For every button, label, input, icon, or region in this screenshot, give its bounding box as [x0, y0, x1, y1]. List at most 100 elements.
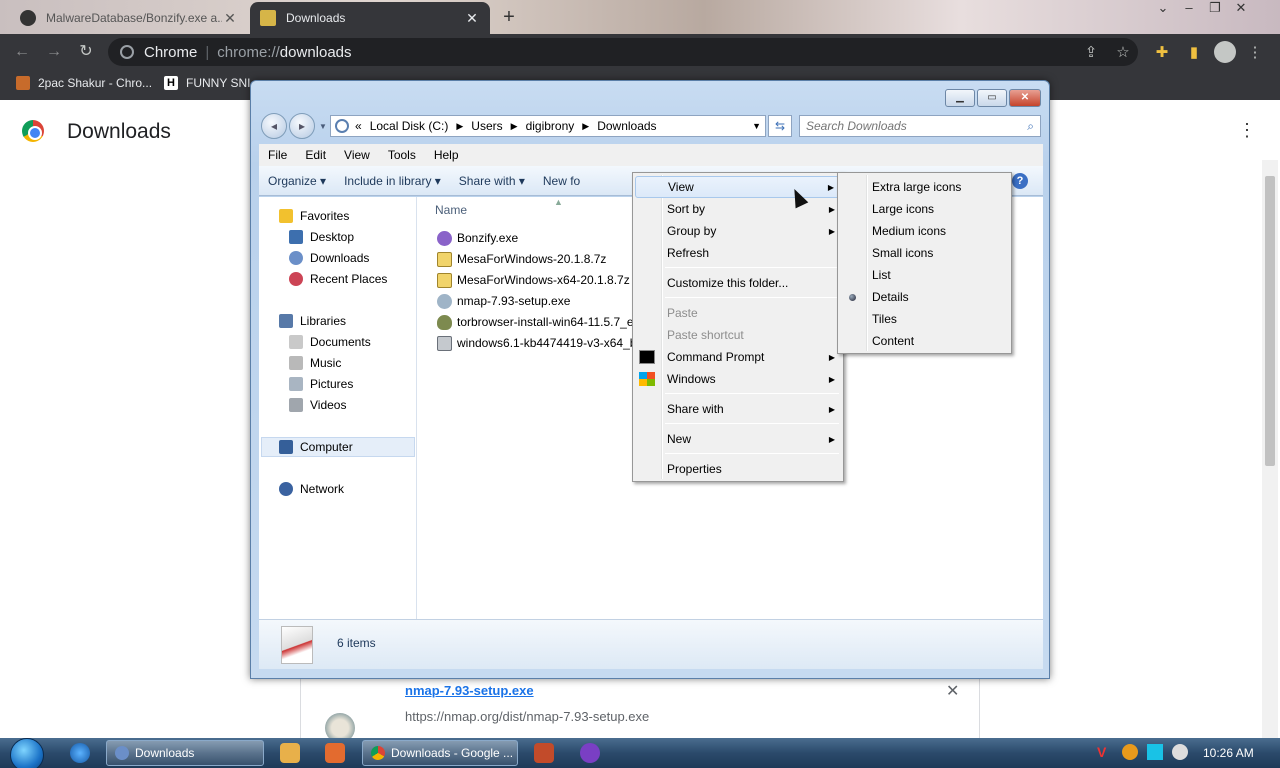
- menu-item-new[interactable]: New ▶: [635, 428, 841, 450]
- minimize-icon[interactable]: ▁: [945, 89, 975, 107]
- menu-tools[interactable]: Tools: [379, 148, 425, 162]
- nav-documents[interactable]: Documents: [289, 332, 371, 352]
- help-icon[interactable]: ?: [1012, 173, 1028, 189]
- tab-search-icon[interactable]: ⌄: [1150, 0, 1176, 20]
- scrollbar-thumb[interactable]: [1265, 176, 1275, 466]
- nav-downloads[interactable]: Downloads: [289, 248, 369, 268]
- view-list[interactable]: List: [840, 264, 1009, 286]
- view-small-icons[interactable]: Small icons: [840, 242, 1009, 264]
- refresh-icon[interactable]: ⇆: [768, 115, 792, 137]
- menu-edit[interactable]: Edit: [296, 148, 335, 162]
- extensions-icon[interactable]: ✚: [1151, 42, 1173, 64]
- nav-music[interactable]: Music: [289, 353, 341, 373]
- menu-item-refresh[interactable]: Refresh: [635, 242, 841, 264]
- downloads-more-icon[interactable]: ⋮: [1238, 120, 1256, 141]
- share-icon[interactable]: ⇪: [1080, 42, 1102, 64]
- menu-help[interactable]: Help: [425, 148, 468, 162]
- maximize-icon[interactable]: ▭: [977, 89, 1007, 107]
- menu-item-view[interactable]: View ▶: [635, 176, 841, 198]
- bookmark-2pac[interactable]: 2pac Shakur - Chro...: [16, 76, 152, 90]
- nav-desktop[interactable]: Desktop: [289, 227, 354, 247]
- nav-videos[interactable]: Videos: [289, 395, 346, 415]
- close-window-icon[interactable]: ✕: [1228, 0, 1254, 20]
- page-scrollbar[interactable]: [1262, 160, 1278, 738]
- reload-icon[interactable]: ↻: [76, 42, 96, 62]
- search-icon[interactable]: ⌕: [1027, 119, 1034, 134]
- internet-explorer-icon[interactable]: [70, 743, 90, 763]
- close-window-icon[interactable]: ✕: [1009, 89, 1041, 107]
- media-player-icon[interactable]: [280, 743, 300, 763]
- side-panel-icon[interactable]: ▮: [1183, 42, 1205, 64]
- explorer-address-bar[interactable]: « Local Disk (C:) ▶ Users ▶ digibrony ▶ …: [330, 115, 766, 137]
- taskbar-chrome-downloads[interactable]: Downloads - Google ...: [362, 740, 518, 766]
- organize-button[interactable]: Organize ▾: [259, 174, 335, 188]
- breadcrumb-arrow-icon[interactable]: ▶: [582, 121, 589, 132]
- nav-pictures[interactable]: Pictures: [289, 374, 353, 394]
- file-row[interactable]: nmap-7.93-setup.exe: [437, 291, 633, 311]
- restore-icon[interactable]: ❐: [1202, 0, 1228, 20]
- file-row[interactable]: Bonzify.exe: [437, 228, 633, 248]
- file-row[interactable]: torbrowser-install-win64-11.5.7_en-US.ex…: [437, 312, 633, 332]
- tray-v-icon[interactable]: V: [1097, 744, 1113, 760]
- forward-icon[interactable]: →: [44, 42, 64, 62]
- recent-pages-icon[interactable]: ▼: [319, 122, 327, 131]
- close-tab-icon[interactable]: ✕: [222, 10, 238, 27]
- search-input[interactable]: [800, 116, 1010, 136]
- share-with-button[interactable]: Share with ▾: [450, 174, 534, 188]
- file-row[interactable]: MesaForWindows-20.1.8.7z: [437, 249, 633, 269]
- view-extra-large-icons[interactable]: Extra large icons: [840, 176, 1009, 198]
- nav-computer[interactable]: Computer: [261, 437, 415, 457]
- new-folder-button[interactable]: New fo: [534, 174, 589, 188]
- forward-icon[interactable]: ▸: [289, 113, 315, 139]
- menu-item-customize-folder[interactable]: Customize this folder...: [635, 272, 841, 294]
- breadcrumb-overflow[interactable]: «: [355, 119, 362, 133]
- tor-browser-icon[interactable]: [580, 743, 600, 763]
- menu-file[interactable]: File: [259, 148, 296, 162]
- taskbar-explorer-downloads[interactable]: Downloads: [106, 740, 264, 766]
- include-in-library-button[interactable]: Include in library ▾: [335, 174, 450, 188]
- remove-download-icon[interactable]: ✕: [946, 681, 959, 701]
- taskbar-clock[interactable]: 10:26 AM: [1203, 746, 1254, 760]
- column-header-name[interactable]: Name: [435, 203, 467, 217]
- menu-view[interactable]: View: [335, 148, 379, 162]
- file-row[interactable]: windows6.1-kb4474419-v3-x64_b5614c6cea5c…: [437, 333, 633, 353]
- bookmark-funny[interactable]: H FUNNY SNI: [164, 76, 250, 90]
- brave-icon[interactable]: [534, 743, 554, 763]
- view-tiles[interactable]: Tiles: [840, 308, 1009, 330]
- back-icon[interactable]: ◂: [261, 113, 287, 139]
- breadcrumb-arrow-icon[interactable]: ▶: [456, 121, 463, 132]
- nav-recent-places[interactable]: Recent Places: [289, 269, 387, 289]
- menu-item-windows[interactable]: Windows ▶: [635, 368, 841, 390]
- menu-item-group-by[interactable]: Group by ▶: [635, 220, 841, 242]
- view-medium-icons[interactable]: Medium icons: [840, 220, 1009, 242]
- tray-volume-icon[interactable]: [1172, 744, 1188, 760]
- close-tab-icon[interactable]: ✕: [464, 10, 480, 27]
- address-bar[interactable]: Chrome | chrome:// downloads: [108, 38, 1138, 66]
- nav-favorites[interactable]: Favorites: [279, 206, 349, 226]
- back-icon[interactable]: ←: [12, 42, 32, 62]
- tab-malware-database[interactable]: MalwareDatabase/Bonzify.exe a... ✕: [10, 2, 248, 34]
- menu-item-command-prompt[interactable]: Command Prompt ▶: [635, 346, 841, 368]
- view-content[interactable]: Content: [840, 330, 1009, 352]
- nav-network[interactable]: Network: [279, 479, 344, 499]
- nav-libraries[interactable]: Libraries: [279, 311, 346, 331]
- tray-monitor-icon[interactable]: [1147, 744, 1163, 760]
- breadcrumb-user[interactable]: digibrony: [526, 119, 575, 133]
- breadcrumb-local-disk[interactable]: Local Disk (C:): [370, 119, 449, 133]
- breadcrumb-arrow-icon[interactable]: ▶: [511, 121, 518, 132]
- start-button[interactable]: [10, 738, 44, 768]
- bookmark-star-icon[interactable]: ☆: [1112, 42, 1134, 64]
- app-icon[interactable]: [325, 743, 345, 763]
- profile-avatar[interactable]: [1214, 41, 1236, 63]
- view-details[interactable]: Details: [840, 286, 1009, 308]
- breadcrumb-users[interactable]: Users: [471, 119, 502, 133]
- view-large-icons[interactable]: Large icons: [840, 198, 1009, 220]
- menu-item-share-with[interactable]: Share with ▶: [635, 398, 841, 420]
- tab-downloads[interactable]: Downloads ✕: [250, 2, 490, 34]
- breadcrumb-downloads[interactable]: Downloads: [597, 119, 656, 133]
- menu-item-properties[interactable]: Properties: [635, 458, 841, 480]
- file-row[interactable]: MesaForWindows-x64-20.1.8.7z: [437, 270, 633, 290]
- chrome-menu-icon[interactable]: ⋮: [1244, 42, 1266, 64]
- download-file-link[interactable]: nmap-7.93-setup.exe: [405, 683, 534, 698]
- minimize-icon[interactable]: –: [1176, 0, 1202, 20]
